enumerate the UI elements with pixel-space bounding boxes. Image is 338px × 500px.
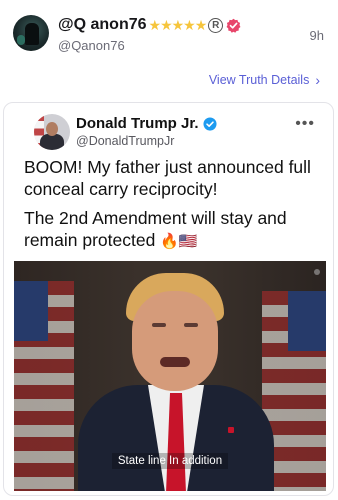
verified-badge-icon xyxy=(226,18,241,33)
tweet-text-paragraph-2-text: The 2nd Amendment will stay and remain p… xyxy=(24,208,287,250)
speaker-eye-left xyxy=(152,323,166,327)
view-truth-details-link[interactable]: View Truth Details › xyxy=(209,72,320,88)
display-name-row: @Q anon76 ★★★★★ R xyxy=(58,15,241,35)
view-truth-details-label: View Truth Details xyxy=(208,73,310,87)
flag-right-canton xyxy=(288,291,326,351)
speaker-eye-right xyxy=(184,323,198,327)
speaker-mouth xyxy=(160,357,190,367)
video-caption: State line In addition xyxy=(14,451,326,469)
tweet-author-avatar[interactable] xyxy=(34,114,70,150)
flag-left-canton xyxy=(14,281,48,341)
embedded-tweet-card[interactable]: Donald Trump Jr. @DonaldTrumpJr ••• BOOM… xyxy=(3,102,334,496)
avatar-glow xyxy=(17,35,25,45)
tweet-text-paragraph-1: BOOM! My father just announced full conc… xyxy=(24,157,311,199)
star-emoji-icon: ★★★★★ xyxy=(148,16,208,33)
avatar-face xyxy=(46,122,58,136)
verified-check-icon xyxy=(202,116,217,131)
tweet-author-row: Donald Trump Jr. xyxy=(76,115,217,132)
chevron-right-icon: › xyxy=(315,72,320,88)
speaker-head xyxy=(132,291,218,391)
post-header: @Q anon76 ★★★★★ R @Qanon76 9h xyxy=(0,0,338,62)
fire-flag-emoji-icon: 🔥🇺🇸 xyxy=(160,233,198,250)
user-avatar[interactable] xyxy=(13,15,49,51)
registered-mark-icon: R xyxy=(208,17,224,33)
tweet-text-paragraph-2: The 2nd Amendment will stay and remain p… xyxy=(24,207,324,253)
video-caption-text: State line In addition xyxy=(111,453,229,469)
tweet-video[interactable]: State line In addition xyxy=(14,261,326,491)
video-corner-dot xyxy=(314,269,320,275)
tweet-author-handle[interactable]: @DonaldTrumpJr xyxy=(76,134,174,148)
avatar-figure xyxy=(25,23,39,45)
tweet-author-name[interactable]: Donald Trump Jr. xyxy=(76,115,199,132)
avatar-suit xyxy=(40,134,64,150)
more-options-icon[interactable]: ••• xyxy=(295,115,315,133)
lapel-pin xyxy=(228,427,234,433)
user-handle[interactable]: @Qanon76 xyxy=(58,38,125,53)
display-name[interactable]: @Q anon76 xyxy=(58,16,147,34)
post-timestamp: 9h xyxy=(309,28,324,43)
